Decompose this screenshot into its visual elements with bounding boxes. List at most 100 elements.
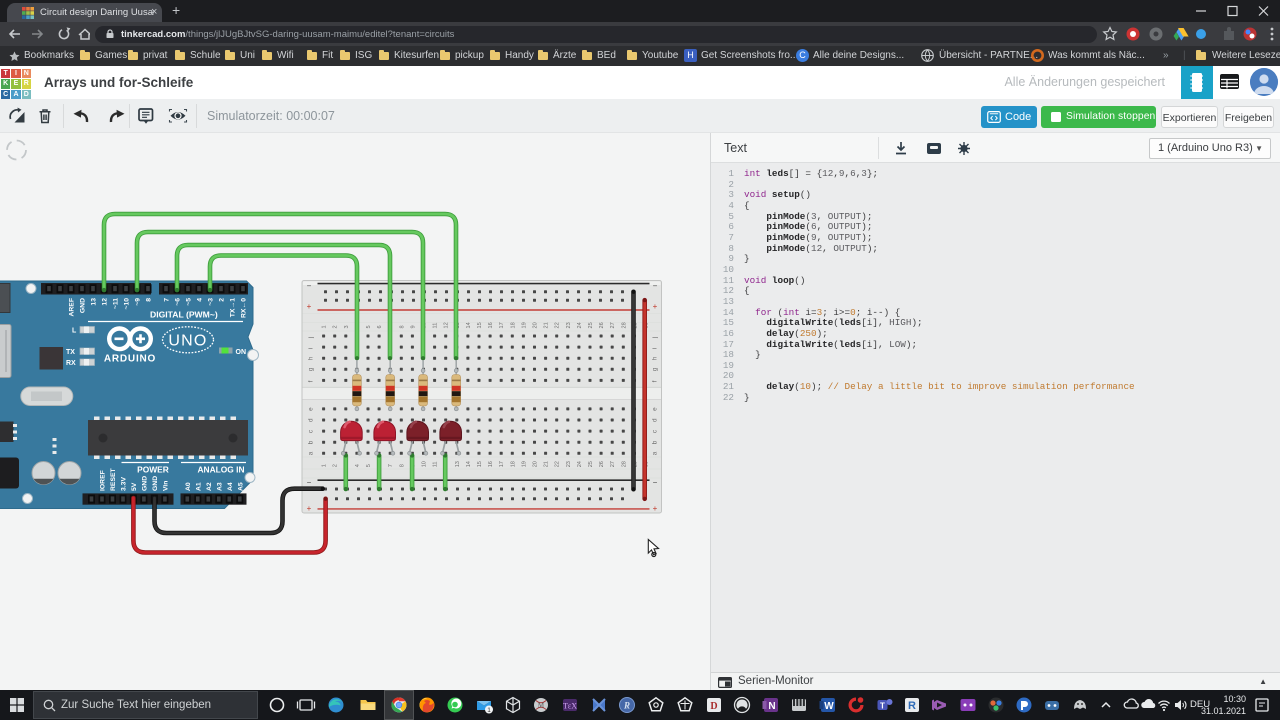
svg-text:16: 16 xyxy=(488,461,494,467)
svg-text:5: 5 xyxy=(366,325,372,328)
svg-text:8: 8 xyxy=(146,298,153,302)
svg-text:1: 1 xyxy=(322,464,328,467)
svg-text:21: 21 xyxy=(544,322,550,328)
svg-text:~3: ~3 xyxy=(208,298,215,306)
svg-text:2: 2 xyxy=(219,298,226,302)
svg-text:L: L xyxy=(72,328,77,335)
svg-text:~5: ~5 xyxy=(186,298,193,306)
svg-text:27: 27 xyxy=(610,461,616,467)
svg-text:b: b xyxy=(652,440,659,444)
svg-text:~6: ~6 xyxy=(175,298,182,306)
svg-text:12: 12 xyxy=(444,322,450,328)
svg-text:R: R xyxy=(623,701,630,711)
svg-text:TX: TX xyxy=(66,349,75,356)
svg-text:13: 13 xyxy=(91,298,98,306)
svg-text:ARDUINO: ARDUINO xyxy=(104,354,156,365)
svg-text:e: e xyxy=(308,407,315,411)
svg-text:21: 21 xyxy=(544,461,550,467)
svg-text:13: 13 xyxy=(455,461,461,467)
svg-text:h: h xyxy=(652,356,659,360)
svg-text:R: R xyxy=(908,700,916,712)
svg-text:M: M xyxy=(538,702,545,710)
svg-text:+: + xyxy=(307,504,312,513)
svg-text:5V: 5V xyxy=(131,482,138,491)
svg-text:1: 1 xyxy=(322,325,328,328)
svg-text:20: 20 xyxy=(533,322,539,328)
svg-text:4: 4 xyxy=(355,464,361,467)
svg-text:5: 5 xyxy=(366,464,372,467)
svg-text:j: j xyxy=(652,337,659,339)
svg-text:GND: GND xyxy=(80,298,87,313)
svg-text:15: 15 xyxy=(477,322,483,328)
svg-text:GND: GND xyxy=(141,476,148,491)
svg-text:11: 11 xyxy=(433,461,439,467)
svg-text:i: i xyxy=(652,348,659,349)
svg-text:RESET: RESET xyxy=(110,467,117,491)
svg-text:−: − xyxy=(653,282,658,291)
svg-text:8: 8 xyxy=(399,464,405,467)
svg-text:DIGITAL (PWM~): DIGITAL (PWM~) xyxy=(150,310,218,320)
svg-text:ANALOG IN: ANALOG IN xyxy=(198,465,245,475)
svg-text:Vin: Vin xyxy=(162,481,169,491)
svg-text:4: 4 xyxy=(197,298,204,302)
svg-text:a: a xyxy=(308,451,315,455)
svg-text:−: − xyxy=(307,478,312,487)
svg-text:3: 3 xyxy=(344,325,350,328)
svg-text:j: j xyxy=(308,337,315,339)
svg-text:g: g xyxy=(308,367,315,371)
svg-text:19: 19 xyxy=(521,461,527,467)
svg-text:11: 11 xyxy=(433,323,439,329)
svg-text:T: T xyxy=(880,702,885,711)
svg-text:GND: GND xyxy=(152,476,159,491)
svg-text:A4: A4 xyxy=(227,482,234,491)
svg-text:12: 12 xyxy=(102,298,109,306)
svg-text:f: f xyxy=(652,380,659,382)
svg-text:d: d xyxy=(308,418,315,422)
svg-text:9: 9 xyxy=(410,325,416,328)
svg-text:22: 22 xyxy=(555,461,561,467)
svg-text:15: 15 xyxy=(477,461,483,467)
svg-text:~9: ~9 xyxy=(135,298,142,306)
svg-text:28: 28 xyxy=(621,322,627,328)
svg-text:−: − xyxy=(307,282,312,291)
svg-text:RX: RX xyxy=(66,360,76,367)
svg-text:b: b xyxy=(308,440,315,444)
svg-text:19: 19 xyxy=(521,322,527,328)
svg-text:3.3V: 3.3V xyxy=(121,477,128,491)
svg-text:26: 26 xyxy=(599,322,605,328)
svg-text:AREF: AREF xyxy=(69,298,76,317)
svg-text:6: 6 xyxy=(377,325,383,328)
svg-text:TεX: TεX xyxy=(563,702,577,711)
svg-text:D: D xyxy=(710,701,717,712)
svg-text:7: 7 xyxy=(388,464,394,467)
svg-text:17: 17 xyxy=(499,461,505,467)
svg-text:26: 26 xyxy=(599,461,605,467)
svg-text:24: 24 xyxy=(577,461,583,467)
svg-text:28: 28 xyxy=(621,461,627,467)
svg-text:14: 14 xyxy=(466,322,472,328)
svg-text:d: d xyxy=(652,418,659,422)
svg-text:~10: ~10 xyxy=(124,298,131,310)
svg-text:17: 17 xyxy=(499,322,505,328)
svg-text:+: + xyxy=(653,302,658,311)
svg-text:~11: ~11 xyxy=(113,298,120,309)
svg-text:25: 25 xyxy=(588,322,594,328)
svg-text:24: 24 xyxy=(577,322,583,328)
svg-text:18: 18 xyxy=(510,322,516,328)
svg-text:22: 22 xyxy=(555,322,561,328)
svg-text:16: 16 xyxy=(488,322,494,328)
svg-text:IOREF: IOREF xyxy=(100,470,107,491)
svg-text:f: f xyxy=(308,380,315,382)
svg-text:A0: A0 xyxy=(185,482,192,491)
svg-text:A3: A3 xyxy=(216,482,223,491)
svg-text:ON: ON xyxy=(236,349,247,356)
svg-text:−: − xyxy=(653,478,658,487)
svg-text:10: 10 xyxy=(422,461,428,467)
svg-text:20: 20 xyxy=(533,461,539,467)
svg-text:RX←0: RX←0 xyxy=(241,298,248,318)
svg-text:N: N xyxy=(768,701,775,712)
svg-text:UNO: UNO xyxy=(168,333,207,350)
svg-text:POWER: POWER xyxy=(137,465,169,475)
svg-text:18: 18 xyxy=(510,461,516,467)
svg-text:+: + xyxy=(653,504,658,513)
